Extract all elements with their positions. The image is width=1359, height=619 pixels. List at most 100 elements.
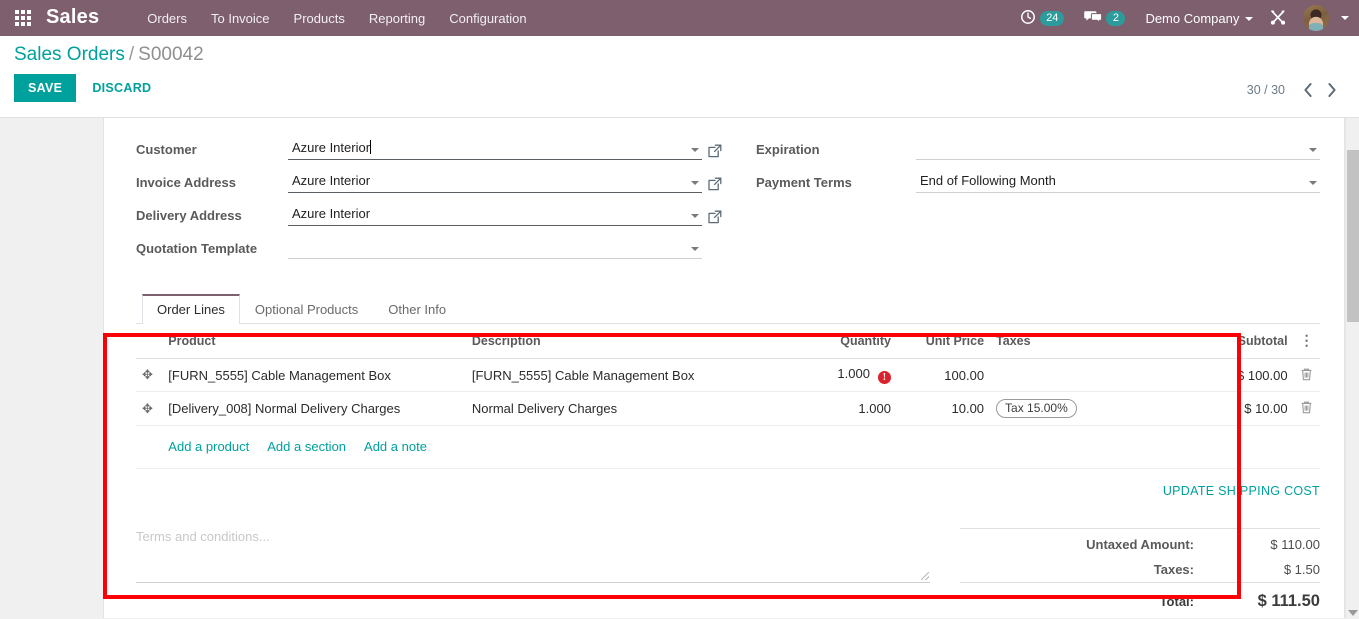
chevron-down-icon[interactable] [691,148,699,152]
save-button[interactable]: SAVE [14,74,77,102]
cell-taxes[interactable] [990,358,1173,392]
menu-item-configuration[interactable]: Configuration [437,2,538,35]
text-cursor [370,140,372,154]
chat-bubble-icon [1084,9,1103,28]
invoice-address-open-record-button[interactable] [702,177,728,193]
delivery-address-open-record-button[interactable] [702,210,728,226]
header-handle [136,324,163,359]
control-panel: Sales Orders / S00042 SAVE DISCARD 30 / 30 [0,36,1359,118]
cell-unit-price[interactable]: 10.00 [896,391,991,426]
field-row-quotation-template: Quotation Template [136,235,728,259]
messages-menu-toggle[interactable]: 2 [1074,9,1135,28]
invoice-address-input[interactable]: Azure Interior [288,172,702,193]
quantity-value: 1.000 [837,366,870,381]
header-subtotal: Subtotal [1172,324,1294,359]
cell-taxes[interactable]: Tax 15.00% [990,391,1173,426]
chevron-down-icon[interactable] [1309,181,1317,185]
cell-unit-price[interactable]: 100.00 [896,358,991,392]
discard-button[interactable]: DISCARD [80,74,163,102]
external-link-icon [708,144,722,158]
user-menu-toggle[interactable] [1297,5,1351,31]
chevron-down-icon[interactable] [691,247,699,251]
cell-description[interactable]: [FURN_5555] Cable Management Box [465,358,800,392]
menu-item-to-invoice[interactable]: To Invoice [199,2,282,35]
debug-tools-button[interactable] [1259,8,1297,29]
form-view-container: Customer Azure Interior Invoice Address … [0,118,1359,618]
activity-menu-toggle[interactable]: 24 [1010,9,1074,28]
cell-subtotal: $ 100.00 [1172,358,1294,392]
vertical-dots-icon[interactable]: ⋮ [1300,332,1314,349]
add-row-spacer [136,425,163,469]
label-expiration: Expiration [756,142,820,157]
cell-delete[interactable] [1293,391,1320,426]
vertical-scrollbar[interactable] [1345,118,1359,618]
cell-description[interactable]: Normal Delivery Charges [465,391,800,426]
terms-placeholder: Terms and conditions... [136,529,270,544]
user-avatar [1303,5,1329,31]
menu-item-reporting[interactable]: Reporting [357,2,437,35]
form-field-groups: Customer Azure Interior Invoice Address … [136,136,1320,268]
order-lines-body: ✥ [FURN_5555] Cable Management Box [FURN… [136,358,1320,469]
add-a-note-link[interactable]: Add a note [364,439,427,454]
untaxed-amount-label: Untaxed Amount: [960,528,1210,557]
cell-quantity[interactable]: 1.000! [799,358,897,392]
tab-order-lines[interactable]: Order Lines [142,294,240,324]
terms-and-conditions-field[interactable]: Terms and conditions... [136,525,930,583]
main-menu: Orders To Invoice Products Reporting Con… [135,2,538,35]
trash-icon[interactable] [1300,401,1313,417]
customer-input[interactable]: Azure Interior [288,139,702,160]
company-name-label: Demo Company [1145,10,1240,26]
drag-move-icon[interactable]: ✥ [142,401,153,417]
cell-subtotal: $ 10.00 [1172,391,1294,426]
update-shipping-cost-button[interactable]: UPDATE SHIPPING COST [1163,484,1320,498]
pager-previous-button[interactable] [1297,78,1319,102]
cell-quantity[interactable]: 1.000 [799,391,897,426]
table-row[interactable]: ✥ [Delivery_008] Normal Delivery Charges… [136,391,1320,426]
apps-menu-toggle[interactable] [0,0,46,36]
pager-next-button[interactable] [1321,78,1343,102]
label-customer: Customer [136,142,197,157]
scrollbar-thumb[interactable] [1347,150,1359,322]
chevron-down-icon[interactable] [691,214,699,218]
expiration-input[interactable] [916,139,1320,160]
form-action-buttons: SAVE DISCARD [14,74,1345,102]
add-a-product-link[interactable]: Add a product [168,439,249,454]
breadcrumb: Sales Orders / S00042 [14,44,1345,66]
chevron-down-icon[interactable] [1309,148,1317,152]
menu-item-orders[interactable]: Orders [135,2,199,35]
add-a-section-link[interactable]: Add a section [267,439,346,454]
tab-optional-products[interactable]: Optional Products [240,294,373,324]
customer-open-record-button[interactable] [702,144,728,160]
breadcrumb-root-link[interactable]: Sales Orders [14,44,125,65]
textarea-resize-handle[interactable] [921,572,929,580]
add-line-row: Add a product Add a section Add a note [136,425,1320,469]
tab-other-info[interactable]: Other Info [373,294,461,324]
company-switcher[interactable]: Demo Company [1135,11,1259,26]
cell-product[interactable]: [FURN_5555] Cable Management Box [162,358,466,392]
row-drag-handle[interactable]: ✥ [136,391,163,426]
warning-exclamation-icon[interactable]: ! [877,371,891,384]
total-label: Total: [960,582,1210,616]
cell-product[interactable]: [Delivery_008] Normal Delivery Charges [162,391,466,426]
cell-delete[interactable] [1293,358,1320,392]
terms-column: Terms and conditions... [136,525,960,616]
chevron-down-icon[interactable] [691,181,699,185]
table-row[interactable]: ✥ [FURN_5555] Cable Management Box [FURN… [136,358,1320,392]
payment-terms-input[interactable]: End of Following Month [916,172,1320,193]
trash-icon[interactable] [1300,368,1313,384]
quotation-template-input[interactable] [288,238,702,259]
breadcrumb-separator: / [128,44,135,65]
label-payment-terms: Payment Terms [756,175,852,190]
scroll-down-arrow-icon[interactable] [1348,610,1358,616]
tax-badge: Tax 15.00% [996,399,1077,418]
menu-item-products[interactable]: Products [282,2,357,35]
delivery-address-input[interactable]: Azure Interior [288,205,702,226]
add-row-links-cell: Add a product Add a section Add a note [162,425,1320,469]
drag-move-icon[interactable]: ✥ [142,367,153,383]
row-drag-handle[interactable]: ✥ [136,358,163,392]
totals-table: Untaxed Amount: $ 110.00 Taxes: $ 1.50 T… [960,528,1320,616]
header-unit-price: Unit Price [896,324,991,359]
form-group-left: Customer Azure Interior Invoice Address … [136,136,728,268]
chevron-down-icon [1341,16,1349,20]
app-brand-title: Sales [46,5,100,28]
